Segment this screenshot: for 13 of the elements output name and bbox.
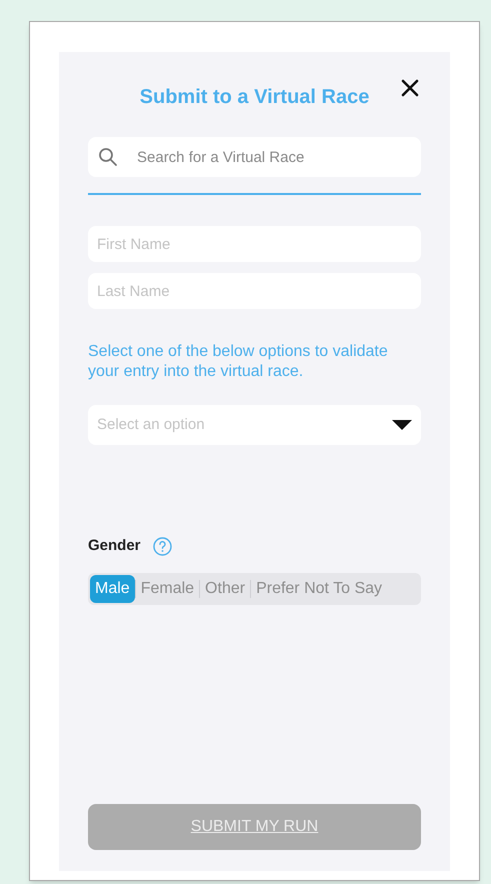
instruction-text: Select one of the below options to validate your entry into the virtual race. [88, 342, 389, 382]
first-name-field[interactable]: First Name [88, 226, 421, 262]
dropdown-caret-icon [392, 420, 412, 430]
gender-option[interactable]: Male [90, 574, 135, 602]
gender-option[interactable]: Other [200, 574, 250, 602]
last-name-field[interactable]: Last Name [88, 273, 421, 309]
gender-option[interactable]: Prefer Not To Say [251, 574, 388, 602]
option-dropdown[interactable]: Select an option [88, 405, 421, 445]
search-icon [98, 147, 118, 167]
dialog-title: Submit to a Virtual Race [140, 85, 370, 110]
gender-label: Gender [88, 536, 141, 556]
gender-option[interactable]: Female [136, 574, 200, 602]
search-field[interactable]: Search for a Virtual Race [88, 137, 421, 177]
